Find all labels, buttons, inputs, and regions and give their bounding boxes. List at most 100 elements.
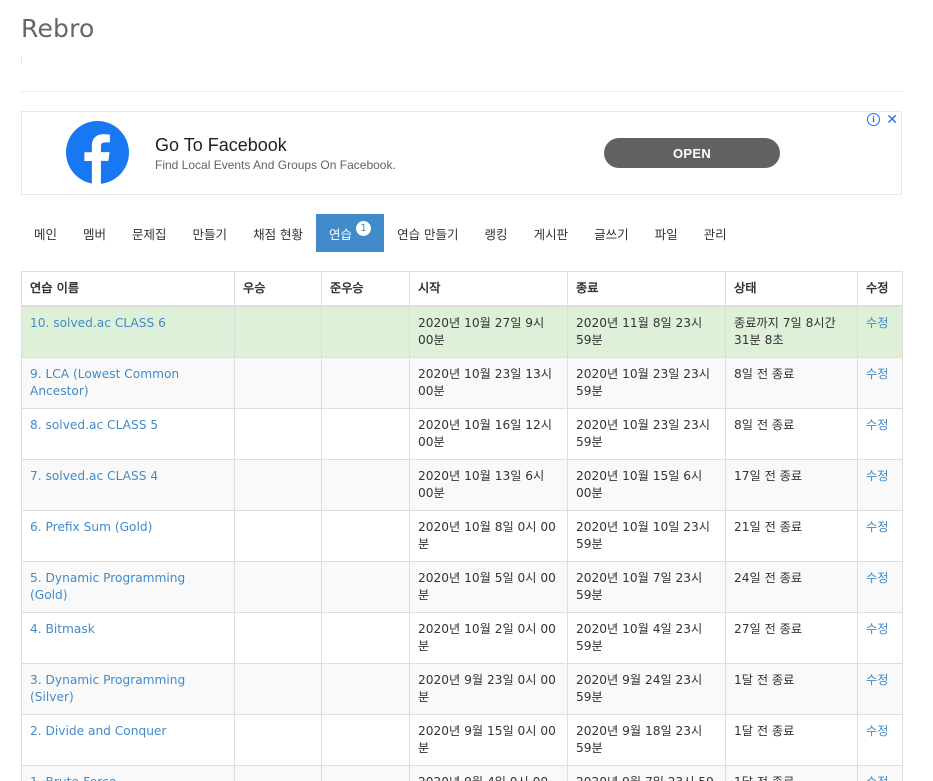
tab-label: 메인 [34,226,58,242]
practice-link[interactable]: 7. solved.ac CLASS 4 [30,469,158,483]
table-row: 3. Dynamic Programming (Silver) 2020년 9월 … [21,663,903,715]
tab-board[interactable]: 게시판 [521,214,582,252]
practice-link[interactable]: 10. solved.ac CLASS 6 [30,316,166,330]
end-time-cell: 2020년 10월 23일 23시 59분 [567,357,726,409]
start-time-cell: 2020년 10월 13일 6시 00분 [409,459,568,511]
start-time-cell: 2020년 9월 4일 0시 00분 [409,765,568,781]
tab-members[interactable]: 멤버 [70,214,119,252]
edit-link[interactable]: 수정 [866,367,888,381]
tab-practice[interactable]: 연습 1 [316,214,385,252]
start-time-cell: 2020년 10월 23일 13시 00분 [409,357,568,409]
table-row: 9. LCA (Lowest Common Ancestor) 2020년 10월… [21,357,903,409]
table-row: 10. solved.ac CLASS 6 2020년 10월 27일 9시 00… [21,305,903,358]
end-time-cell: 2020년 11월 8일 23시 59분 [567,305,726,358]
edit-link[interactable]: 수정 [866,571,888,585]
runner-up-cell [321,561,410,613]
edit-link[interactable]: 수정 [866,418,888,432]
tab-ranking[interactable]: 랭킹 [472,214,521,252]
status-cell: 1달 전 종료 [725,663,858,715]
practice-name-cell: 6. Prefix Sum (Gold) [21,510,235,562]
winner-cell [234,305,322,358]
page: Rebro Go To Facebook Find Local Events A… [0,0,933,781]
tab-files[interactable]: 파일 [642,214,691,252]
tab-main[interactable]: 메인 [21,214,70,252]
tab-create-practice[interactable]: 연습 만들기 [384,214,471,252]
status-cell: 27일 전 종료 [725,612,858,664]
tab-admin[interactable]: 관리 [691,214,740,252]
table-row: 2. Divide and Conquer 2020년 9월 15일 0시 00분… [21,714,903,766]
tab-status[interactable]: 채점 현황 [240,214,316,252]
end-time-cell: 2020년 10월 4일 23시 59분 [567,612,726,664]
edit-cell: 수정 [857,459,903,511]
winner-cell [234,408,322,460]
winner-cell [234,459,322,511]
runner-up-cell [321,612,410,664]
runner-up-cell [321,765,410,781]
status-cell: 8일 전 종료 [725,408,858,460]
tab-label: 연습 만들기 [397,226,459,242]
table-row: 5. Dynamic Programming (Gold) 2020년 10월 5… [21,561,903,613]
ad-close-icon[interactable]: ✕ [886,111,898,128]
practice-link[interactable]: 4. Bitmask [30,622,95,636]
edit-link[interactable]: 수정 [866,469,888,483]
column-header-status: 상태 [725,271,858,307]
edit-cell: 수정 [857,612,903,664]
edit-link[interactable]: 수정 [866,673,888,687]
runner-up-cell [321,459,410,511]
table-row: 4. Bitmask 2020년 10월 2일 0시 00분 2020년 10월 4… [21,612,903,664]
ad-open-button[interactable]: OPEN [604,138,780,168]
column-header-name: 연습 이름 [21,271,235,307]
divider [21,91,902,92]
group-nav-tabs: 메인 멤버 문제집 만들기 채점 현황 연습 1 연습 만들기 랭킹 게시판 글… [21,214,740,252]
facebook-logo-icon[interactable] [66,121,129,184]
tab-badge: 1 [356,220,372,236]
tab-label: 관리 [703,226,727,242]
end-time-cell: 2020년 10월 7일 23시 59분 [567,561,726,613]
ad-info-icon[interactable]: i [867,113,880,126]
start-time-cell: 2020년 10월 2일 0시 00분 [409,612,568,664]
edit-link[interactable]: 수정 [866,316,888,330]
practice-link[interactable]: 8. solved.ac CLASS 5 [30,418,158,432]
winner-cell [234,765,322,781]
runner-up-cell [321,663,410,715]
ad-subtitle: Find Local Events And Groups On Facebook… [155,158,396,172]
end-time-cell: 2020년 10월 23일 23시 59분 [567,408,726,460]
practice-link[interactable]: 6. Prefix Sum (Gold) [30,520,152,534]
start-time-cell: 2020년 10월 27일 9시 00분 [409,305,568,358]
edit-link[interactable]: 수정 [866,724,888,738]
status-cell: 종료까지 7일 8시간 31분 8초 [725,305,858,358]
tab-workbooks[interactable]: 문제집 [119,214,180,252]
column-header-edit: 수정 [857,271,903,307]
practice-name-cell: 7. solved.ac CLASS 4 [21,459,235,511]
ad-banner[interactable]: Go To Facebook Find Local Events And Gro… [21,111,902,195]
edit-link[interactable]: 수정 [866,520,888,534]
practice-link[interactable]: 3. Dynamic Programming (Silver) [30,673,185,704]
edit-link[interactable]: 수정 [866,622,888,636]
ad-title[interactable]: Go To Facebook [155,135,287,156]
edit-cell: 수정 [857,510,903,562]
status-cell: 17일 전 종료 [725,459,858,511]
tab-label: 글쓰기 [594,226,629,242]
end-time-cell: 2020년 9월 18일 23시 59분 [567,714,726,766]
practice-link[interactable]: 1. Brute-Force [30,775,116,781]
end-time-cell: 2020년 9월 24일 23시 59분 [567,663,726,715]
practice-name-cell: 5. Dynamic Programming (Gold) [21,561,235,613]
table-row: 6. Prefix Sum (Gold) 2020년 10월 8일 0시 00분 2… [21,510,903,562]
practice-link[interactable]: 9. LCA (Lowest Common Ancestor) [30,367,179,398]
edit-cell: 수정 [857,765,903,781]
practice-link[interactable]: 2. Divide and Conquer [30,724,166,738]
edit-cell: 수정 [857,714,903,766]
practice-name-cell: 4. Bitmask [21,612,235,664]
edit-cell: 수정 [857,663,903,715]
end-time-cell: 2020년 10월 15일 6시 00분 [567,459,726,511]
tab-write[interactable]: 글쓰기 [581,214,642,252]
practice-link[interactable]: 5. Dynamic Programming (Gold) [30,571,185,602]
group-title: Rebro [21,14,95,43]
start-time-cell: 2020년 10월 8일 0시 00분 [409,510,568,562]
tab-create[interactable]: 만들기 [180,214,241,252]
tab-label: 파일 [654,226,678,242]
runner-up-cell [321,510,410,562]
tab-label: 연습 [329,226,353,242]
winner-cell [234,510,322,562]
edit-link[interactable]: 수정 [866,775,888,781]
